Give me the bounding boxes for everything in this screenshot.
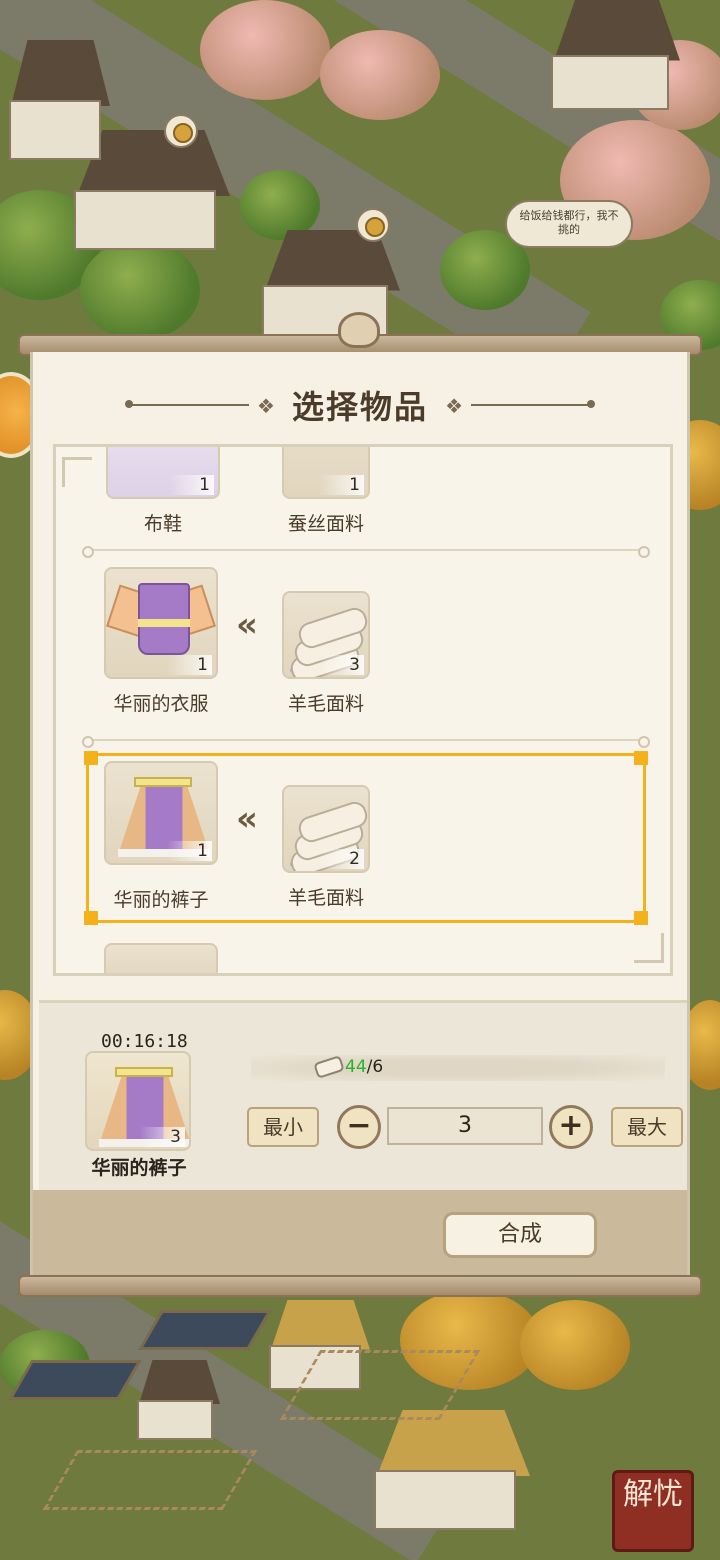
max-button[interactable]: 最大 xyxy=(611,1107,683,1147)
item-count: 3 xyxy=(319,655,364,675)
material-progress-track xyxy=(251,1055,665,1081)
item-count: 1 xyxy=(169,475,214,495)
plus-button[interactable]: + xyxy=(549,1105,593,1149)
npc-speech-bubble: 给饭给钱都行，我不挑的 xyxy=(505,200,633,248)
recipe-row-selected[interactable]: 1 华丽的裤子 « 2 羊毛面料 xyxy=(86,753,646,923)
minus-button[interactable]: − xyxy=(337,1105,381,1149)
title-line xyxy=(471,404,589,406)
item-name: 羊毛面料 xyxy=(287,887,364,909)
item-count: 1 xyxy=(319,475,364,495)
material-have: 44 xyxy=(345,1057,367,1077)
item-count: 1 xyxy=(167,655,212,675)
recipe-row[interactable]: 1 华丽的衣服 « 3 羊毛面料 xyxy=(86,559,646,729)
material-need: /6 xyxy=(366,1057,384,1077)
row-divider xyxy=(82,546,650,558)
item-name: 华丽的裤子 xyxy=(113,889,209,911)
recipe-list[interactable]: 1 布鞋 1 蚕丝面料 1 华丽的衣服 « 3 羊毛面料 1 华丽的裤子 « 2… xyxy=(53,444,673,976)
arrow-left-icon: « xyxy=(236,605,258,645)
coin-bubble-icon[interactable] xyxy=(164,114,198,148)
output-item-slot[interactable] xyxy=(104,943,218,973)
result-item-name: 华丽的裤子 xyxy=(91,1157,187,1179)
craft-timer: 00:16:18 xyxy=(101,1031,188,1052)
material-progress-label: 44/6 xyxy=(345,1057,383,1077)
item-name: 羊毛面料 xyxy=(287,693,364,715)
corner-ornament xyxy=(634,933,664,963)
min-button[interactable]: 最小 xyxy=(247,1107,319,1147)
item-name: 蚕丝面料 xyxy=(287,513,364,535)
item-count: 1 xyxy=(167,841,212,861)
arrow-left-icon: « xyxy=(236,799,258,839)
recipe-row[interactable]: 1 布鞋 1 蚕丝面料 xyxy=(86,447,646,549)
corner-badge[interactable]: 解忧 xyxy=(612,1470,694,1552)
output-item-slot[interactable]: 1 华丽的衣服 xyxy=(104,567,218,715)
synthesize-button[interactable]: 合成 xyxy=(443,1212,597,1258)
item-name: 华丽的衣服 xyxy=(113,693,209,715)
dialog-footer: 合成 xyxy=(33,1190,687,1278)
item-count: 3 xyxy=(140,1127,185,1147)
scroll-bottom-rod xyxy=(18,1275,702,1297)
output-item-slot[interactable]: 1 华丽的裤子 xyxy=(104,761,218,911)
title-ornament-dot xyxy=(587,400,595,408)
item-count: 2 xyxy=(319,849,364,869)
coin-bubble-icon[interactable] xyxy=(356,208,390,242)
title-ornament-icon: ❖ xyxy=(445,394,463,418)
scroll-knot-icon xyxy=(338,312,380,348)
material-item-slot[interactable]: 3 羊毛面料 xyxy=(282,591,370,715)
row-divider xyxy=(82,736,650,748)
result-item-slot: 3 xyxy=(85,1051,191,1151)
quantity-field[interactable]: 3 xyxy=(387,1107,543,1145)
craft-section: 00:16:18 3 华丽的裤子 44/6 最小 − 3 + 最大 xyxy=(39,1000,687,1190)
output-item-slot[interactable]: 1 布鞋 xyxy=(106,447,220,535)
material-item-slot[interactable]: 1 蚕丝面料 xyxy=(282,447,370,535)
select-item-dialog: ❖ 选择物品 ❖ 1 布鞋 1 蚕丝面料 1 华丽的衣服 « 3 羊毛面料 1 … xyxy=(30,352,690,1278)
item-name: 布鞋 xyxy=(143,513,182,535)
material-item-slot[interactable]: 2 羊毛面料 xyxy=(282,785,370,909)
